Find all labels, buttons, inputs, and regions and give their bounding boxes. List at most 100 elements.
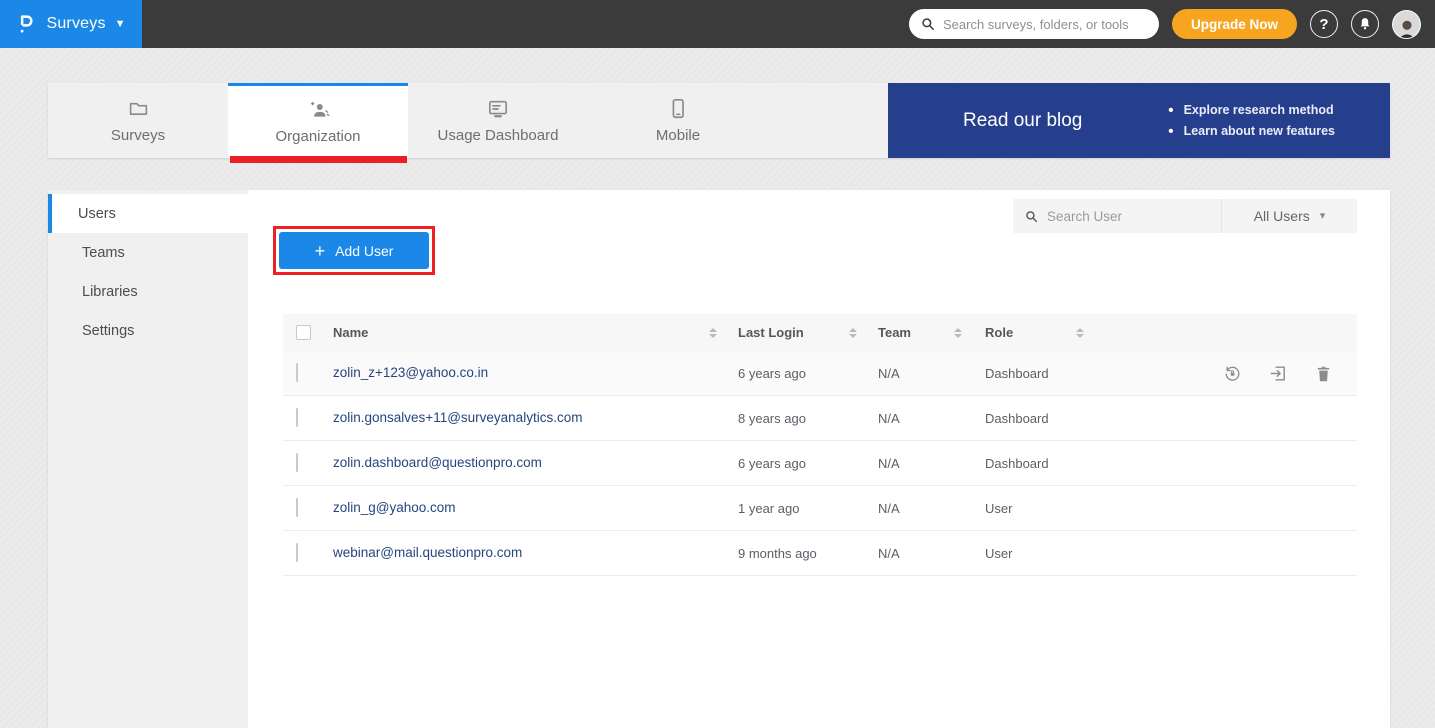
tab-usage-dashboard[interactable]: Usage Dashboard [408, 83, 588, 158]
last-login-cell: 1 year ago [723, 501, 863, 516]
sidebar-item-label: Users [78, 206, 116, 222]
table-row: zolin_g@yahoo.com 1 year ago N/A User [283, 486, 1357, 531]
login-as-user-icon[interactable] [1269, 364, 1288, 383]
global-search[interactable] [909, 9, 1159, 39]
table-row: zolin_z+123@yahoo.co.in 6 years ago N/A … [283, 351, 1357, 396]
tab-label: Usage Dashboard [438, 127, 559, 144]
add-user-label: Add User [335, 243, 393, 259]
team-cell: N/A [863, 411, 968, 426]
column-header-name: Name [333, 325, 368, 340]
plus-icon: + [315, 242, 326, 260]
organization-panel: Users Teams Libraries Settings + Add Use… [48, 190, 1390, 728]
person-silhouette-icon [1396, 18, 1418, 38]
search-user-box[interactable] [1013, 199, 1222, 233]
tab-surveys[interactable]: Surveys [48, 83, 228, 158]
table-header-row: Name Last Login Team Role [283, 314, 1357, 351]
user-type-filter[interactable]: All Users ▾ [1222, 199, 1357, 233]
delete-user-icon[interactable] [1315, 364, 1332, 383]
column-header-last-login: Last Login [738, 325, 804, 340]
chevron-down-icon: ▾ [1320, 211, 1326, 222]
product-name: Surveys [46, 15, 105, 33]
row-checkbox[interactable] [296, 498, 298, 517]
role-cell: User [968, 546, 1090, 561]
top-bar: Surveys ▼ Upgrade Now ? [0, 0, 1435, 48]
help-button[interactable]: ? [1310, 10, 1338, 38]
notifications-button[interactable] [1351, 10, 1379, 38]
row-checkbox[interactable] [296, 408, 298, 427]
role-cell: User [968, 501, 1090, 516]
add-user-annotation: + Add User [273, 226, 435, 275]
global-search-input[interactable] [943, 17, 1147, 32]
row-actions [1090, 364, 1357, 383]
sidebar-item-label: Teams [82, 245, 125, 261]
table-row: webinar@mail.questionpro.com 9 months ag… [283, 531, 1357, 576]
last-login-cell: 6 years ago [723, 456, 863, 471]
tab-label: Mobile [656, 127, 700, 144]
sort-icon[interactable] [849, 328, 857, 338]
tab-label: Organization [275, 128, 360, 145]
reset-password-icon[interactable] [1223, 364, 1242, 383]
last-login-cell: 6 years ago [723, 366, 863, 381]
tab-organization[interactable]: Organization [228, 83, 408, 158]
sidebar-item-label: Settings [82, 323, 134, 339]
sort-icon[interactable] [954, 328, 962, 338]
user-avatar[interactable] [1392, 10, 1421, 39]
section-tabs: Surveys Organization Usage Dashboard [48, 83, 1390, 158]
users-table: Name Last Login Team Role [283, 314, 1357, 576]
banner-bullet-list: Explore research method Learn about new … [1168, 100, 1335, 142]
search-user-input[interactable] [1047, 209, 1224, 224]
bell-icon [1358, 17, 1372, 31]
user-email-link[interactable]: zolin_g@yahoo.com [333, 500, 456, 515]
role-cell: Dashboard [968, 456, 1090, 471]
user-email-link[interactable]: zolin_z+123@yahoo.co.in [333, 365, 488, 380]
team-cell: N/A [863, 456, 968, 471]
sort-icon[interactable] [1076, 328, 1084, 338]
sidebar-item-settings[interactable]: Settings [48, 311, 248, 350]
last-login-cell: 9 months ago [723, 546, 863, 561]
banner-title: Read our blog [963, 110, 1082, 132]
question-mark-icon: ? [1319, 16, 1328, 33]
organization-tab-annotation [230, 156, 407, 163]
dashboard-icon [487, 98, 509, 120]
product-switcher[interactable]: Surveys ▼ [0, 0, 142, 48]
users-content: + Add User All Users ▾ [248, 190, 1390, 728]
row-checkbox[interactable] [296, 363, 298, 382]
folder-icon [128, 98, 149, 120]
role-cell: Dashboard [968, 366, 1090, 381]
user-email-link[interactable]: zolin.dashboard@questionpro.com [333, 455, 542, 470]
row-checkbox[interactable] [296, 453, 298, 472]
sidebar-item-label: Libraries [82, 284, 138, 300]
user-email-link[interactable]: zolin.gonsalves+11@surveyanalytics.com [333, 410, 582, 425]
questionpro-logo-icon [16, 14, 37, 35]
upgrade-now-button[interactable]: Upgrade Now [1172, 9, 1297, 39]
chevron-down-icon: ▼ [115, 19, 126, 30]
sidebar-item-users[interactable]: Users [48, 194, 248, 233]
mobile-icon [668, 98, 688, 120]
search-icon [921, 17, 935, 31]
add-user-button[interactable]: + Add User [279, 232, 429, 269]
user-filters: All Users ▾ [1013, 199, 1357, 233]
organization-sidebar: Users Teams Libraries Settings [48, 190, 248, 728]
tab-label: Surveys [111, 127, 165, 144]
column-header-role: Role [985, 325, 1013, 340]
last-login-cell: 8 years ago [723, 411, 863, 426]
blog-banner[interactable]: Read our blog Explore research method Le… [888, 83, 1390, 158]
user-email-link[interactable]: webinar@mail.questionpro.com [333, 545, 522, 560]
role-cell: Dashboard [968, 411, 1090, 426]
filter-label: All Users [1254, 208, 1310, 224]
search-icon [1025, 210, 1038, 223]
row-checkbox[interactable] [296, 543, 298, 562]
add-user-icon [307, 99, 330, 121]
tab-mobile[interactable]: Mobile [588, 83, 768, 158]
sort-icon[interactable] [709, 328, 717, 338]
column-header-team: Team [878, 325, 911, 340]
team-cell: N/A [863, 366, 968, 381]
table-row: zolin.dashboard@questionpro.com 6 years … [283, 441, 1357, 486]
banner-bullet: Explore research method [1168, 100, 1335, 121]
sidebar-item-libraries[interactable]: Libraries [48, 272, 248, 311]
sidebar-item-teams[interactable]: Teams [48, 233, 248, 272]
table-row: zolin.gonsalves+11@surveyanalytics.com 8… [283, 396, 1357, 441]
team-cell: N/A [863, 546, 968, 561]
banner-bullet: Learn about new features [1168, 121, 1335, 142]
select-all-checkbox[interactable] [296, 325, 311, 340]
